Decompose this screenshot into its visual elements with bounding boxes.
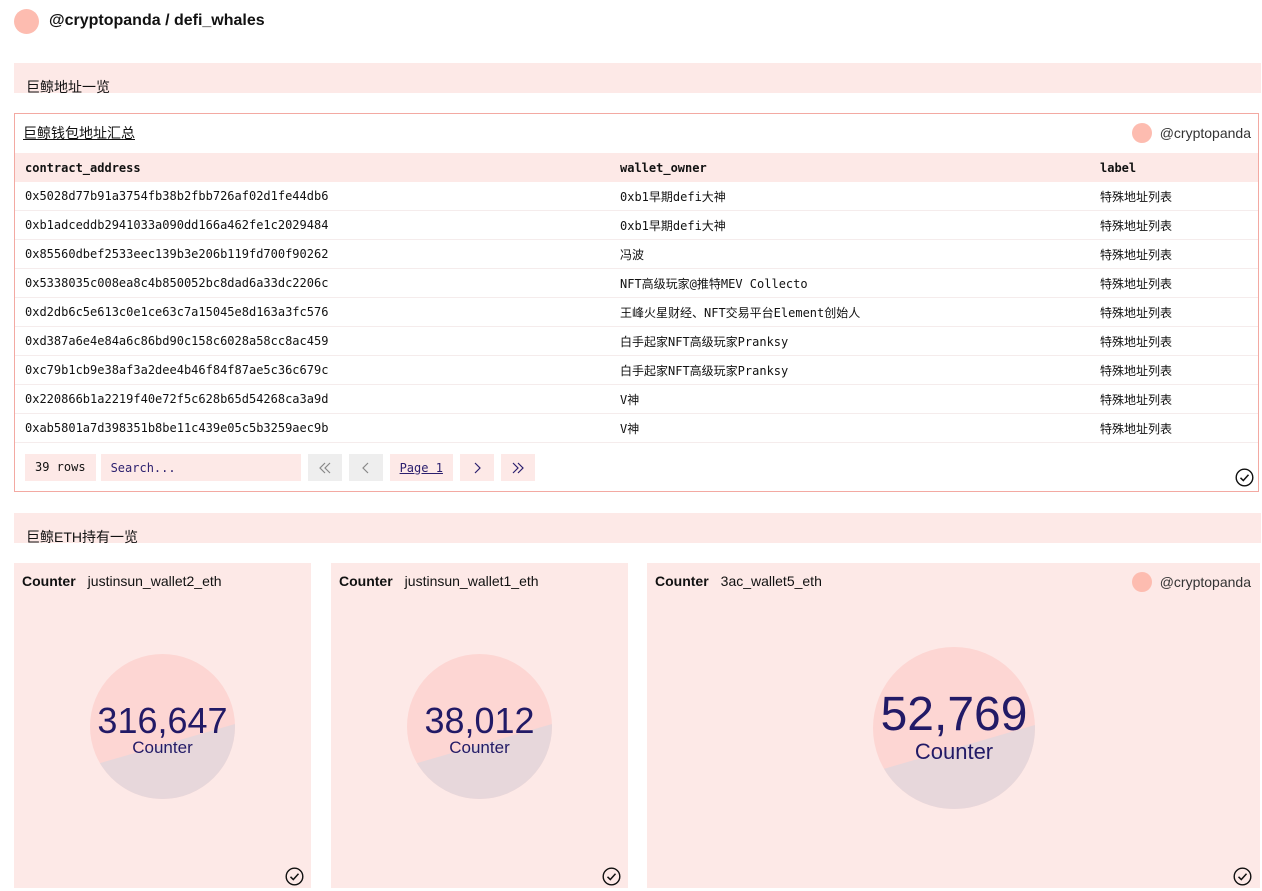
table-row: 0x5338035c008ea8c4b850052bc8dad6a33dc220… xyxy=(15,268,1258,298)
counter-type-label: Counter xyxy=(655,573,709,589)
counter-value: 38,012 xyxy=(424,700,535,741)
cell-label: 特殊地址列表 xyxy=(1090,355,1258,385)
cell-contract-address: 0xb1adceddb2941033a090dd166a462fe1c20294… xyxy=(15,210,610,240)
cell-label: 特殊地址列表 xyxy=(1090,239,1258,269)
counter-title[interactable]: Counter justinsun_wallet2_eth xyxy=(22,573,222,589)
last-page-icon[interactable] xyxy=(500,454,535,481)
counter-circle: 38,012 Counter xyxy=(407,654,552,799)
cell-wallet-owner: V神 xyxy=(610,384,1090,414)
author-avatar xyxy=(1131,572,1152,592)
column-header-label[interactable]: label xyxy=(1090,153,1258,182)
cell-contract-address: 0xc79b1cb9e38af3a2dee4b46f84f87ae5c36c67… xyxy=(15,355,610,385)
dashboard-header: @cryptopanda / defi_whales xyxy=(14,8,265,34)
counter-type-label: Counter xyxy=(22,573,76,589)
cell-contract-address: 0x5028d77b91a3754fb38b2fbb726af02d1fe44d… xyxy=(15,182,610,211)
counter-card-justinsun-wallet2: Counter justinsun_wallet2_eth 316,647 Co… xyxy=(14,563,311,888)
next-page-icon[interactable] xyxy=(459,454,494,481)
counter-value: 52,769 xyxy=(880,688,1028,741)
counter-caption: Counter xyxy=(449,738,510,757)
cell-wallet-owner: V神 xyxy=(610,413,1090,443)
counter-circle: 316,647 Counter xyxy=(90,654,235,799)
column-header-wallet-owner[interactable]: wallet_owner xyxy=(610,153,1090,182)
cell-wallet-owner: 白手起家NFT高级玩家Pranksy xyxy=(610,355,1090,385)
first-page-icon[interactable] xyxy=(307,454,342,481)
author-name: @cryptopanda xyxy=(1159,574,1251,590)
section-title: 巨鲸ETH持有一览 xyxy=(26,529,138,545)
dashboard-title: @cryptopanda / defi_whales xyxy=(49,12,265,29)
table-row: 0xd387a6e4e84a6c86bd90c158c6028a58cc8ac4… xyxy=(15,326,1258,356)
cell-wallet-owner: NFT高级玩家@推特MEV Collecto xyxy=(610,268,1090,298)
cell-wallet-owner: 冯波 xyxy=(610,239,1090,269)
check-circle-icon xyxy=(1233,867,1252,886)
table-row: 0x220866b1a2219f40e72f5c628b65d54268ca3a… xyxy=(15,384,1258,414)
author-avatar xyxy=(1131,123,1152,143)
author-name: @cryptopanda xyxy=(1159,125,1251,141)
cell-contract-address: 0x220866b1a2219f40e72f5c628b65d54268ca3a… xyxy=(15,384,610,414)
table-row: 0xab5801a7d398351b8be11c439e05c5b3259aec… xyxy=(15,413,1258,443)
counter-card-justinsun-wallet1: Counter justinsun_wallet1_eth 38,012 Cou… xyxy=(331,563,628,888)
cell-wallet-owner: 白手起家NFT高级玩家Pranksy xyxy=(610,326,1090,356)
cell-contract-address: 0x85560dbef2533eec139b3e206b119fd700f902… xyxy=(15,239,610,269)
cell-label: 特殊地址列表 xyxy=(1090,413,1258,443)
section-header-eth-holdings: 巨鲸ETH持有一览 xyxy=(14,513,1261,545)
section-header-whale-addresses: 巨鲸地址一览 xyxy=(14,63,1261,95)
cell-contract-address: 0xab5801a7d398351b8be11c439e05c5b3259aec… xyxy=(15,413,610,443)
cell-contract-address: 0x5338035c008ea8c4b850052bc8dad6a33dc220… xyxy=(15,268,610,298)
check-circle-icon xyxy=(602,867,621,886)
user-avatar[interactable] xyxy=(14,8,39,34)
table-pagination: 39 rows Page 1 xyxy=(25,454,535,481)
column-header-contract-address[interactable]: contract_address xyxy=(15,153,610,182)
cell-label: 特殊地址列表 xyxy=(1090,326,1258,356)
author-badge[interactable]: @cryptopanda xyxy=(1131,572,1251,592)
whale-address-table: contract_address wallet_owner label 0x50… xyxy=(15,153,1258,443)
check-circle-icon xyxy=(285,867,304,886)
whale-address-table-card: 巨鲸钱包地址汇总 @cryptopanda contract_address w… xyxy=(14,113,1259,492)
cell-wallet-owner: 0xb1早期defi大神 xyxy=(610,182,1090,211)
counter-title[interactable]: Counter justinsun_wallet1_eth xyxy=(339,573,539,589)
table-row: 0x5028d77b91a3754fb38b2fbb726af02d1fe44d… xyxy=(15,182,1258,211)
counter-card-3ac-wallet5: Counter 3ac_wallet5_eth @cryptopanda 52,… xyxy=(647,563,1260,888)
table-header-row: contract_address wallet_owner label xyxy=(15,153,1258,182)
counter-circle: 52,769 Counter xyxy=(873,647,1035,809)
cell-contract-address: 0xd2db6c5e613c0e1ce63c7a15045e8d163a3fc5… xyxy=(15,297,610,327)
counter-type-label: Counter xyxy=(339,573,393,589)
counter-title[interactable]: Counter 3ac_wallet5_eth xyxy=(655,573,822,589)
cell-label: 特殊地址列表 xyxy=(1090,384,1258,414)
table-row: 0xd2db6c5e613c0e1ce63c7a15045e8d163a3fc5… xyxy=(15,297,1258,327)
cell-label: 特殊地址列表 xyxy=(1090,210,1258,240)
counter-query-name: 3ac_wallet5_eth xyxy=(720,573,822,589)
table-row: 0xb1adceddb2941033a090dd166a462fe1c20294… xyxy=(15,210,1258,240)
counter-query-name: justinsun_wallet2_eth xyxy=(87,573,222,589)
cell-wallet-owner: 王峰火星财经、NFT交易平台Element创始人 xyxy=(610,297,1090,327)
cell-label: 特殊地址列表 xyxy=(1090,182,1258,211)
author-badge[interactable]: @cryptopanda xyxy=(1131,123,1251,143)
cell-label: 特殊地址列表 xyxy=(1090,297,1258,327)
counter-caption: Counter xyxy=(914,739,994,764)
counter-value: 316,647 xyxy=(97,700,228,741)
row-count: 39 rows xyxy=(25,454,96,481)
check-circle-icon xyxy=(1235,468,1254,487)
cell-contract-address: 0xd387a6e4e84a6c86bd90c158c6028a58cc8ac4… xyxy=(15,326,610,356)
table-search-input[interactable] xyxy=(100,454,301,481)
cell-wallet-owner: 0xb1早期defi大神 xyxy=(610,210,1090,240)
table-row: 0x85560dbef2533eec139b3e206b119fd700f902… xyxy=(15,239,1258,269)
section-title: 巨鲸地址一览 xyxy=(26,79,110,95)
table-row: 0xc79b1cb9e38af3a2dee4b46f84f87ae5c36c67… xyxy=(15,355,1258,385)
counter-caption: Counter xyxy=(132,738,193,757)
current-page-link[interactable]: Page 1 xyxy=(389,454,453,481)
counter-query-name: justinsun_wallet1_eth xyxy=(404,573,539,589)
cell-label: 特殊地址列表 xyxy=(1090,268,1258,298)
query-title-link[interactable]: 巨鲸钱包地址汇总 xyxy=(23,123,135,143)
previous-page-icon[interactable] xyxy=(348,454,383,481)
